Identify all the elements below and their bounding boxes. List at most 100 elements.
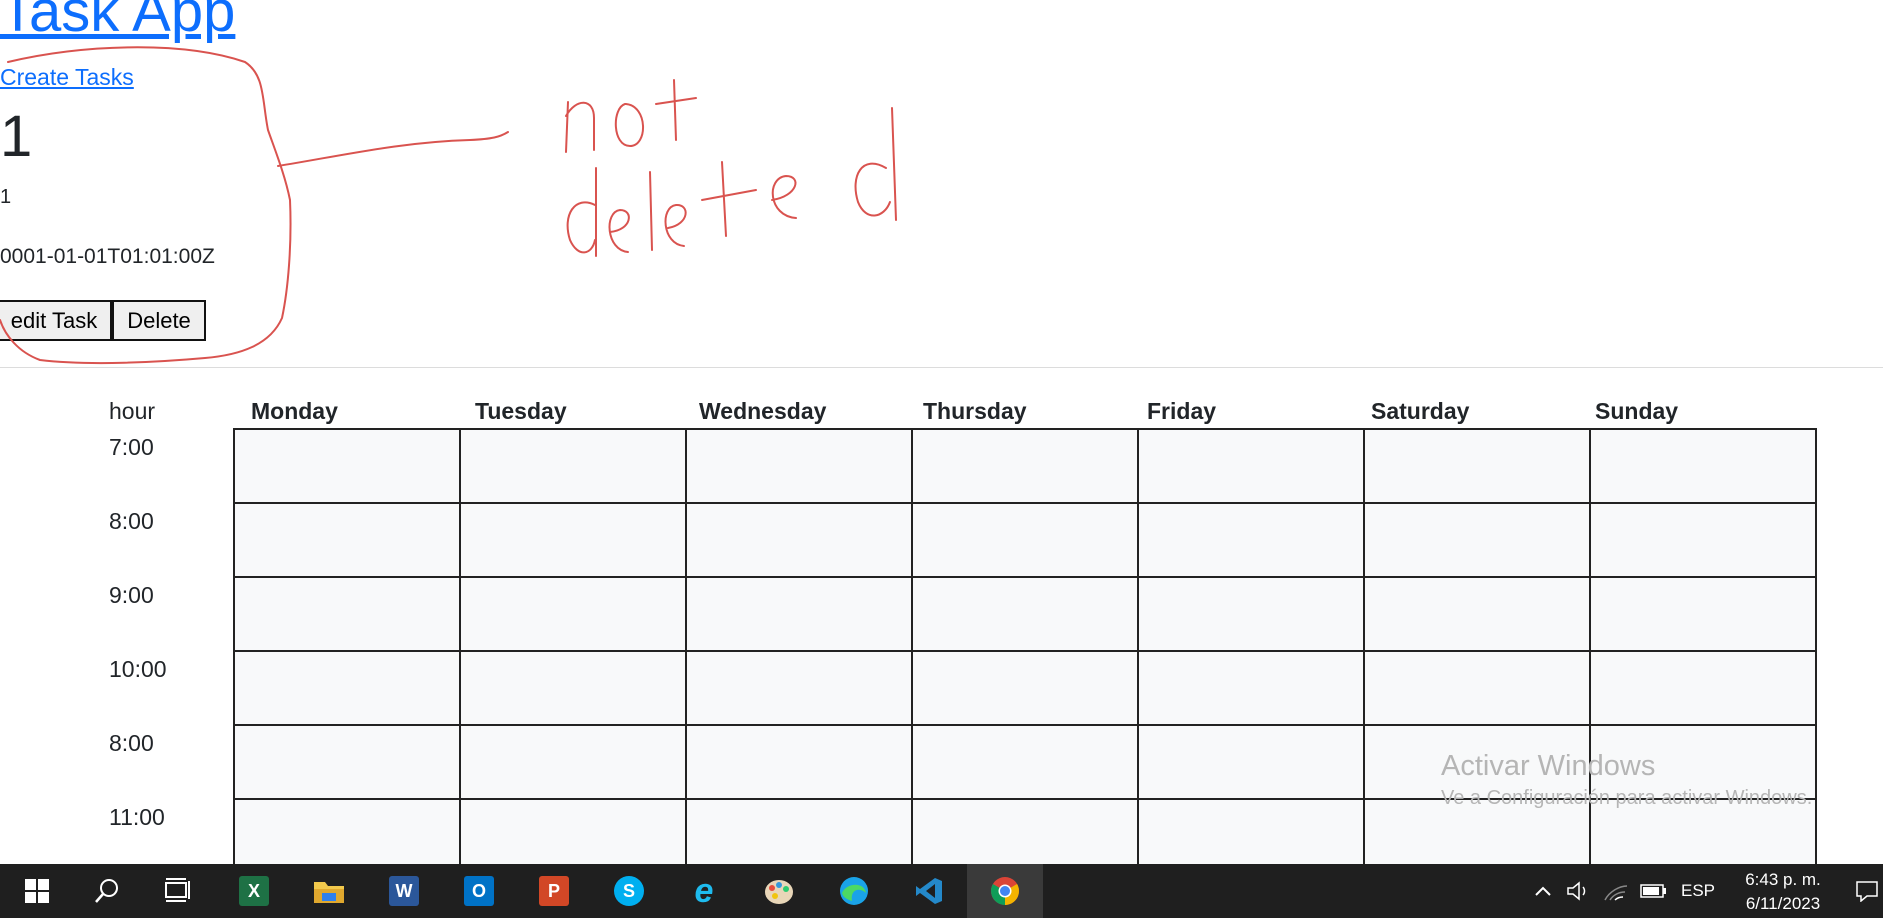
annotation-arrow xyxy=(277,131,509,167)
network-button[interactable] xyxy=(1600,864,1632,918)
schedule-cell[interactable] xyxy=(1137,502,1365,578)
schedule-cell[interactable] xyxy=(1589,502,1817,578)
taskbar-excel[interactable]: X xyxy=(217,864,291,918)
letter-e2 xyxy=(664,203,687,247)
chrome-icon xyxy=(991,877,1019,905)
schedule-cell[interactable] xyxy=(233,576,461,652)
taskbar-file-explorer[interactable] xyxy=(292,864,366,918)
taskbar-skype[interactable]: S xyxy=(592,864,666,918)
notifications-button[interactable] xyxy=(1850,864,1883,918)
hour-column-header: hour xyxy=(109,398,156,424)
letter-e1 xyxy=(608,209,630,253)
excel-icon: X xyxy=(239,876,269,906)
schedule-cell[interactable] xyxy=(459,650,687,726)
schedule-cell[interactable] xyxy=(459,428,687,504)
activate-windows-subtitle: Ve a Configuración para activar Windows. xyxy=(1441,787,1813,809)
schedule-cell[interactable] xyxy=(1137,724,1365,800)
taskbar-paint[interactable] xyxy=(742,864,816,918)
schedule-cell[interactable] xyxy=(233,502,461,578)
day-header-thursday: Thursday xyxy=(923,398,1027,424)
clock-time: 6:43 p. m. xyxy=(1745,870,1821,889)
app-title-link[interactable]: Task App xyxy=(0,0,235,44)
letter-n xyxy=(565,101,595,153)
schedule-cell[interactable] xyxy=(459,798,687,864)
day-header-tuesday: Tuesday xyxy=(475,398,567,424)
taskbar-internet-explorer[interactable]: e xyxy=(667,864,741,918)
schedule-cell[interactable] xyxy=(685,798,913,864)
schedule-cell[interactable] xyxy=(685,724,913,800)
taskbar-word[interactable]: W xyxy=(367,864,441,918)
schedule-cell[interactable] xyxy=(1137,650,1365,726)
taskbar-vscode[interactable] xyxy=(892,864,966,918)
taskbar-clock[interactable]: 6:43 p. m. 6/11/2023 xyxy=(1728,868,1838,916)
edge-icon xyxy=(840,877,868,905)
show-hidden-icons-button[interactable] xyxy=(1527,864,1559,918)
schedule-cell[interactable] xyxy=(911,502,1139,578)
battery-button[interactable] xyxy=(1638,864,1670,918)
task-description: 1 xyxy=(0,186,12,208)
task-view-button[interactable] xyxy=(140,864,214,918)
schedule-cell[interactable] xyxy=(233,724,461,800)
schedule-cell[interactable] xyxy=(685,428,913,504)
outlook-icon: O xyxy=(464,876,494,906)
schedule-cell[interactable] xyxy=(911,576,1139,652)
letter-d1 xyxy=(566,167,597,257)
schedule-row xyxy=(233,576,1817,652)
section-divider xyxy=(0,367,1883,368)
start-icon xyxy=(25,879,49,903)
hour-label: 7:00 xyxy=(109,434,154,460)
schedule-cell[interactable] xyxy=(1363,428,1591,504)
hour-label: 8:00 xyxy=(109,508,154,534)
schedule-cell[interactable] xyxy=(911,650,1139,726)
edit-task-button[interactable]: edit Task xyxy=(0,300,112,341)
schedule-cell[interactable] xyxy=(1589,576,1817,652)
schedule-cell[interactable] xyxy=(1137,428,1365,504)
battery-icon xyxy=(1640,884,1666,898)
handwritten-annotation xyxy=(0,46,897,365)
schedule-cell[interactable] xyxy=(1363,576,1591,652)
delete-button[interactable]: Delete xyxy=(112,300,206,341)
task-view-icon xyxy=(165,878,190,902)
schedule-cell[interactable] xyxy=(1363,502,1591,578)
hour-label: 9:00 xyxy=(109,582,154,608)
search-button[interactable] xyxy=(70,864,144,918)
internet-explorer-icon: e xyxy=(694,871,714,910)
taskbar-outlook[interactable]: O xyxy=(442,864,516,918)
schedule-cell[interactable] xyxy=(1589,650,1817,726)
schedule-cell[interactable] xyxy=(1363,650,1591,726)
day-header-wednesday: Wednesday xyxy=(699,398,827,424)
schedule-cell[interactable] xyxy=(459,724,687,800)
task-date: 0001-01-01T01:01:00Z xyxy=(0,245,215,268)
schedule-cell[interactable] xyxy=(685,502,913,578)
volume-button[interactable] xyxy=(1562,864,1594,918)
schedule-cell[interactable] xyxy=(911,428,1139,504)
schedule-row xyxy=(233,502,1817,578)
schedule-cell[interactable] xyxy=(233,428,461,504)
schedule-cell[interactable] xyxy=(1589,428,1817,504)
schedule-cell[interactable] xyxy=(911,724,1139,800)
hour-label: 11:00 xyxy=(109,804,165,830)
wifi-icon xyxy=(1604,885,1628,901)
schedule-cell[interactable] xyxy=(233,650,461,726)
schedule-cell[interactable] xyxy=(1137,576,1365,652)
day-header-friday: Friday xyxy=(1147,398,1217,424)
schedule-cell[interactable] xyxy=(911,798,1139,864)
taskbar-powerpoint[interactable]: P xyxy=(517,864,591,918)
schedule-cell[interactable] xyxy=(459,576,687,652)
schedule-cell[interactable] xyxy=(233,798,461,864)
day-header-saturday: Saturday xyxy=(1371,398,1470,424)
taskbar-edge[interactable] xyxy=(817,864,891,918)
input-language[interactable]: ESP xyxy=(1678,864,1718,918)
schedule-cell[interactable] xyxy=(1137,798,1365,864)
taskbar-chrome[interactable] xyxy=(967,864,1043,918)
windows-taskbar: X W O P S e ESP 6:43 p. m. 6/11/2023 xyxy=(0,864,1883,918)
schedule-cell[interactable] xyxy=(459,502,687,578)
letter-l xyxy=(649,171,653,251)
letter-d2 xyxy=(854,107,897,221)
schedule-cell[interactable] xyxy=(685,576,913,652)
create-tasks-link[interactable]: Create Tasks xyxy=(0,64,134,91)
chevron-up-icon xyxy=(1535,886,1551,896)
letter-o xyxy=(614,103,644,147)
start-button[interactable] xyxy=(0,864,74,918)
schedule-cell[interactable] xyxy=(685,650,913,726)
